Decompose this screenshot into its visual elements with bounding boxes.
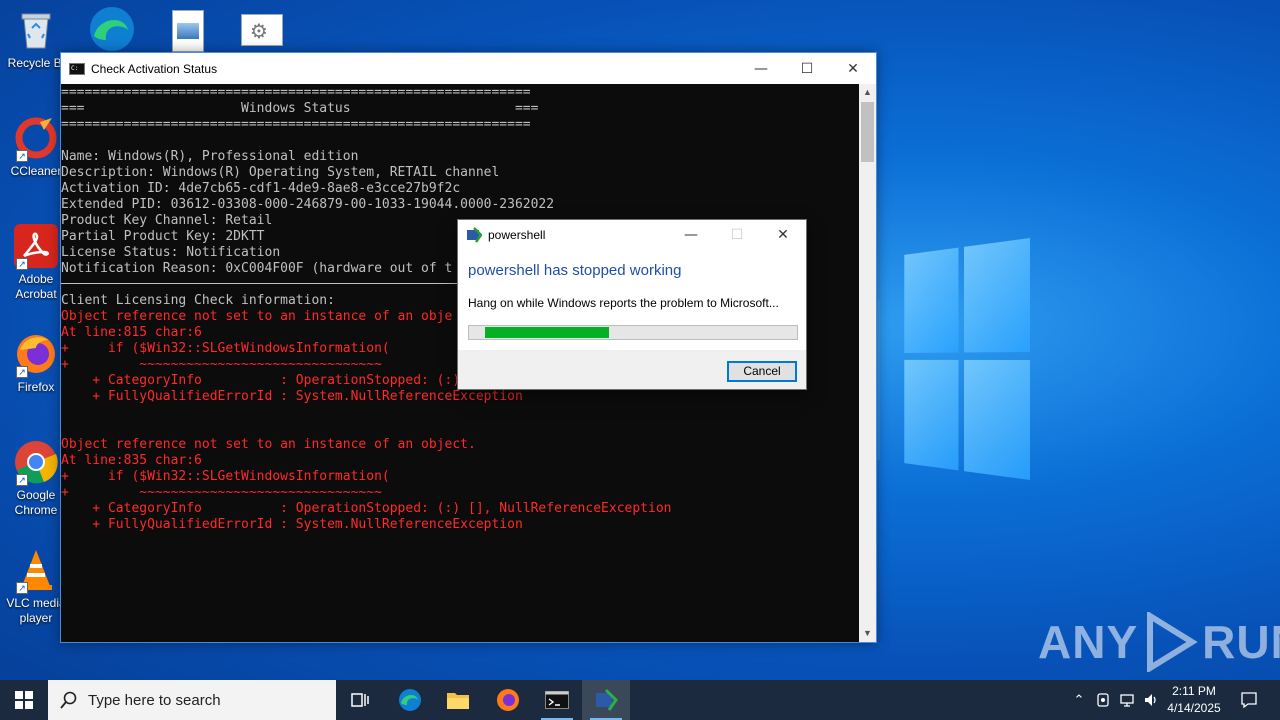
dialog-close-button[interactable]: ✕ [760,220,806,250]
taskbar: Type here to search ⌃ 2:11 PM 4/14/2025 [0,680,1280,720]
taskbar-file-explorer[interactable] [434,680,482,720]
dialog-title: powershell [488,228,546,242]
dialog-minimize-button[interactable]: — [668,220,714,250]
console-line: Object reference not set to an instance … [61,309,453,324]
edge-icon [88,6,136,57]
windows-start-icon [15,691,33,709]
watermark-right: RUN [1202,616,1280,668]
settings-file-icon: ⚙ [250,19,268,43]
firefox-icon [497,689,519,711]
taskbar-edge[interactable] [386,680,434,720]
taskbar-clock[interactable]: 2:11 PM 4/14/2025 [1160,683,1228,717]
report-progress-bar [468,325,798,340]
console-line: === Windows Status === [61,101,539,116]
task-view-icon [351,693,369,707]
tray-network-button[interactable] [1116,680,1138,720]
console-line: ========================================… [61,85,531,100]
edge-icon [399,689,421,711]
search-icon [60,691,77,709]
console-line: + if ($Win32::SLGetWindowsInformation( [61,469,390,484]
console-line: + ~~~~~~~~~~~~~~~~~~~~~~~~~~~~~~~ [61,485,382,500]
dialog-maximize-button: ☐ [730,227,744,243]
search-placeholder: Type here to search [88,691,221,709]
console-line: + ~~~~~~~~~~~~~~~~~~~~~~~~~~~~~~~ [61,357,382,372]
chrome-icon: ↗ [14,440,58,486]
image-file-icon [177,23,199,39]
dialog-heading: powershell has stopped working [468,262,682,279]
minimize-button[interactable]: — [738,53,784,84]
taskbar-powershell-error[interactable] [582,680,630,720]
console-line: Extended PID: 03612-03308-000-246879-00-… [61,197,555,212]
console-line: + FullyQualifiedErrorId : System.NullRef… [61,389,523,404]
notification-center-button[interactable] [1232,680,1266,720]
console-line: Activation ID: 4de7cb65-cdf1-4de9-8ae8-e… [61,181,461,196]
console-titlebar[interactable]: Check Activation Status — ☐ ✕ [61,53,876,84]
console-line: + if ($Win32::SLGetWindowsInformation( [61,341,390,356]
maximize-button[interactable]: ☐ [784,53,830,84]
console-line: + FullyQualifiedErrorId : System.NullRef… [61,517,523,532]
clock-date: 4/14/2025 [1167,701,1221,715]
notification-icon [1241,692,1257,709]
taskbar-task-view[interactable] [336,680,384,720]
error-dialog[interactable]: powershell — ☐ ✕ powershell has stopped … [457,219,807,390]
tray-device-icon-button[interactable] [1092,680,1114,720]
taskbar-firefox[interactable] [484,680,532,720]
watermark-left: ANY [1038,616,1139,668]
adobe-acrobat-icon: ↗ [14,224,58,270]
firefox-icon: ↗ [14,332,58,378]
clock-time: 2:11 PM [1172,684,1216,698]
console-line: Product Key Channel: Retail [61,213,273,228]
ccleaner-icon: ↗ [14,116,58,162]
console-line: + CategoryInfo : OperationStopped: (:) [… [61,501,672,516]
console-title: Check Activation Status [91,61,218,76]
console-line: Description: Windows(R) Operating System… [61,165,500,180]
console-separator [61,283,461,284]
console-line: Client Licensing Check information: [61,293,335,308]
wallpaper-windows-logo [904,238,1030,480]
volume-icon [1145,694,1156,706]
desktop-icon-edge[interactable] [88,6,136,57]
console-line: Name: Windows(R), Professional edition [61,149,359,164]
dialog-message: Hang on while Windows reports the proble… [468,296,779,310]
console-line: License Status: Notification [61,245,281,260]
progress-fill [485,327,610,338]
console-line: Notification Reason: 0xC004F00F (hardwar… [61,261,453,276]
device-icon [1097,693,1109,707]
dialog-titlebar[interactable]: powershell — ☐ ✕ [458,220,806,250]
close-button[interactable]: ✕ [830,53,876,84]
start-button[interactable] [0,680,48,720]
powershell-error-icon [596,688,618,711]
tray-volume-button[interactable] [1140,680,1162,720]
vlc-icon: ↗ [14,548,58,594]
anyrun-watermark: ANY RUN [1038,612,1280,672]
powershell-error-icon [466,227,483,243]
console-line: At line:815 char:6 [61,325,202,340]
taskbar-console[interactable] [533,680,581,720]
desktop-icon-image-file[interactable] [172,10,204,52]
console-icon [545,691,569,709]
desktop-icon-settings-file[interactable]: ⚙ [241,14,283,46]
show-hidden-icons-button[interactable]: ⌃ [1068,680,1090,720]
taskbar-search-box[interactable]: Type here to search [48,680,336,720]
network-icon [1120,694,1134,707]
console-line: Partial Product Key: 2DKTT [61,229,265,244]
console-line: At line:835 char:6 [61,453,202,468]
recycle-bin-icon [14,8,58,52]
console-line: Object reference not set to an instance … [61,437,476,452]
console-scrollbar[interactable]: ▲ ▼ [859,84,876,642]
file-explorer-icon [447,693,469,709]
scroll-down-arrow-icon[interactable]: ▼ [859,625,876,642]
cancel-button[interactable]: Cancel [727,361,797,382]
play-logo-icon [1147,612,1198,672]
console-app-icon [69,62,85,75]
console-line: ========================================… [61,117,531,132]
scroll-up-arrow-icon[interactable]: ▲ [859,84,876,101]
chevron-up-icon: ⌃ [1073,692,1085,707]
scroll-thumb[interactable] [861,102,874,162]
